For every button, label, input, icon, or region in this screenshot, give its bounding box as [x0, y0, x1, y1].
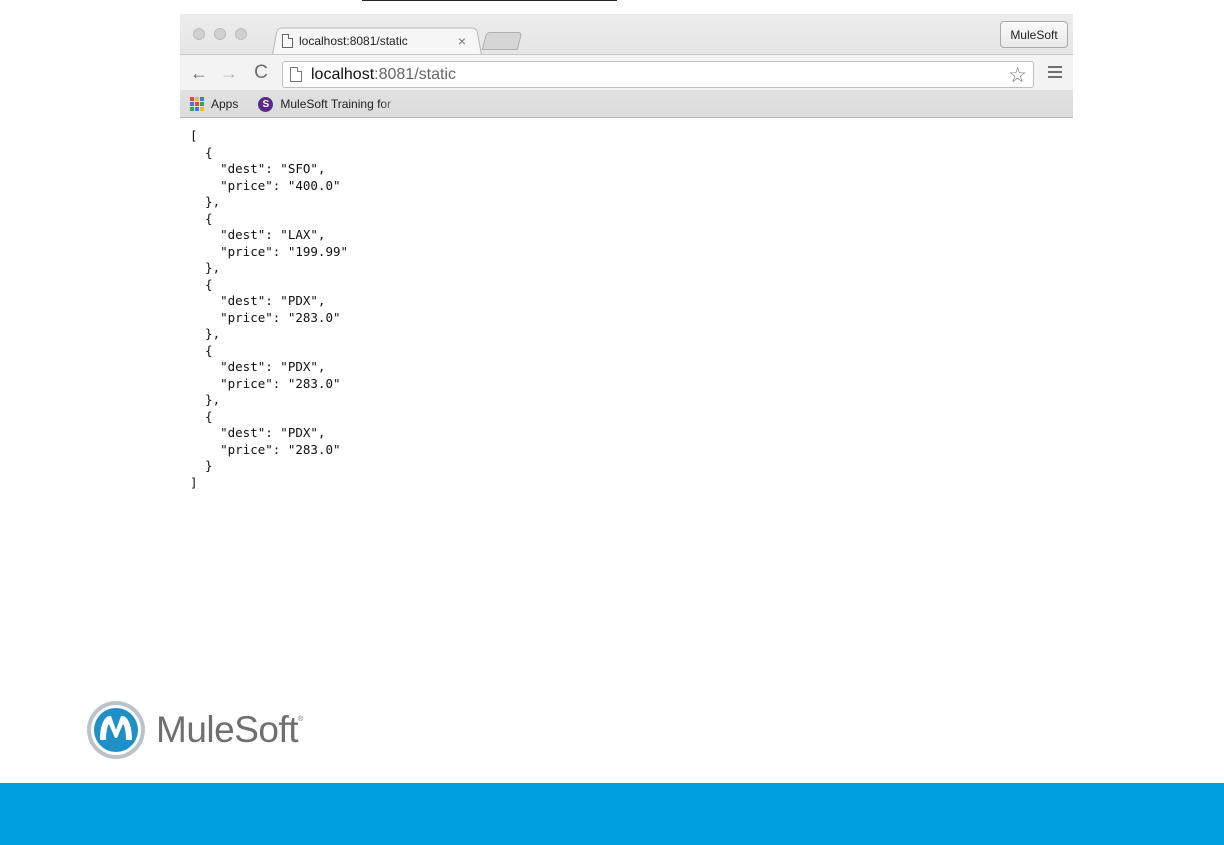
- hamburger-menu-icon[interactable]: [1048, 66, 1062, 79]
- top-rule: [362, 0, 617, 1]
- url-host: localhost: [311, 65, 375, 83]
- maximize-window-button[interactable]: [235, 28, 247, 40]
- reload-icon[interactable]: C: [250, 62, 272, 84]
- browser-toolbar: ← → C localhost:8081/static ☆: [180, 54, 1073, 90]
- bookmarks-bar: Apps S MuleSoft Training for: [180, 91, 1073, 117]
- mulesoft-favicon-icon: S: [258, 96, 274, 112]
- minimize-window-button[interactable]: [214, 28, 226, 40]
- json-response-body: [ { "dest": "SFO", "price": "400.0" }, {…: [190, 128, 349, 490]
- tab-strip: localhost:8081/static × MuleSoft: [180, 14, 1073, 55]
- apps-grid-icon[interactable]: [190, 97, 204, 111]
- bookmark-star-icon[interactable]: ☆: [1008, 63, 1027, 88]
- bookmark-mulesoft-training[interactable]: MuleSoft Training for: [280, 97, 405, 111]
- mulesoft-logo-icon: [87, 701, 145, 759]
- profile-button[interactable]: MuleSoft: [1000, 21, 1068, 48]
- mulesoft-logo: MuleSoft ®: [86, 700, 303, 760]
- forward-arrow-icon[interactable]: →: [218, 62, 240, 84]
- page-icon: [282, 34, 293, 48]
- url-path: :8081/static: [374, 65, 456, 83]
- close-window-button[interactable]: [193, 28, 205, 40]
- footer-bar: [0, 783, 1224, 845]
- address-bar[interactable]: localhost:8081/static ☆: [282, 61, 1034, 88]
- browser-window: localhost:8081/static × MuleSoft ← → C l…: [180, 14, 1073, 118]
- tab-close-icon[interactable]: ×: [454, 33, 470, 49]
- bookmark-apps[interactable]: Apps: [211, 97, 238, 111]
- tab-title: localhost:8081/static: [299, 34, 408, 48]
- new-tab-button[interactable]: [481, 32, 523, 50]
- page-icon: [290, 67, 302, 82]
- trademark-symbol: ®: [298, 716, 304, 723]
- tab-content: localhost:8081/static ×: [280, 30, 480, 52]
- logo-wordmark: MuleSoft: [156, 709, 299, 750]
- back-arrow-icon[interactable]: ←: [188, 62, 210, 84]
